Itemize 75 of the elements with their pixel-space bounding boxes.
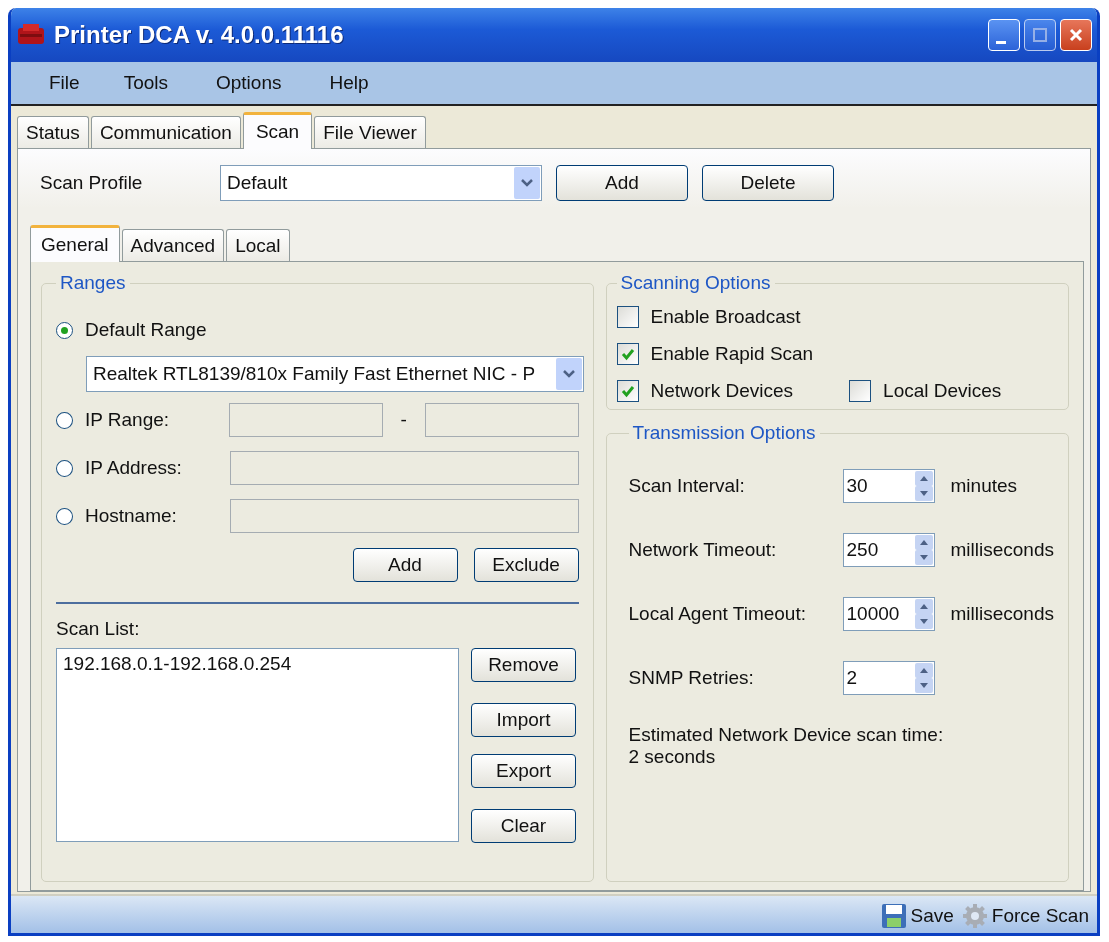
spinner-field[interactable]: 250: [842, 533, 935, 567]
list-label: Scan List:: [56, 618, 141, 640]
profile-dropdown[interactable]: Default: [220, 165, 542, 201]
input-field[interactable]: [229, 499, 579, 533]
list-button[interactable]: Import: [471, 703, 576, 737]
minimize-icon: [996, 40, 1006, 44]
input-field[interactable]: [229, 451, 579, 485]
profile-button[interactable]: Add: [556, 165, 688, 201]
adapter-dropdown[interactable]: Realtek RTL8139/810x Family Fast Ethernet NIC - P: [86, 356, 584, 392]
close-button[interactable]: [1060, 19, 1092, 51]
spinner-field[interactable]: 10000: [842, 597, 935, 631]
gear-icon: [961, 903, 988, 929]
tab[interactable]: Local: [226, 229, 290, 261]
spin-arrows-icon: [914, 535, 933, 565]
window-title: Printer DCA v. 4.0.0.11116: [54, 21, 345, 49]
tab[interactable]: Status: [17, 116, 89, 148]
range-button[interactable]: Add: [352, 548, 458, 582]
menu-item[interactable]: Tools: [115, 72, 184, 94]
spin-arrows-icon: [914, 663, 933, 693]
checkbox-option[interactable]: Network Devices: [616, 379, 794, 402]
estimate-text: 2 seconds: [628, 746, 717, 768]
menu-item[interactable]: File: [41, 72, 96, 94]
tab[interactable]: Communication: [90, 116, 241, 148]
setting-label: Scan Interval:: [628, 475, 746, 497]
range-separator: -: [399, 409, 408, 431]
maximize-icon: [1032, 27, 1048, 43]
radio-label: IP Range:: [84, 409, 171, 431]
checkbox-option[interactable]: Enable Broadcast: [616, 305, 801, 328]
radio-label: IP Address:: [84, 457, 183, 479]
radio-button[interactable]: [56, 507, 73, 525]
estimate-text: Estimated Network Device scan time:: [628, 724, 945, 746]
group-title: Transmission Options: [631, 422, 817, 444]
checkbox[interactable]: [849, 379, 872, 402]
setting-label: Local Agent Timeout:: [628, 603, 807, 625]
unit-label: minutes: [950, 475, 1018, 497]
spinner-field[interactable]: 30: [842, 469, 935, 503]
setting-label: Network Timeout:: [628, 539, 778, 561]
group-title: Ranges: [59, 272, 127, 294]
range-button[interactable]: Exclude: [473, 548, 579, 582]
list-button[interactable]: Remove: [471, 648, 576, 682]
status-button[interactable]: Force Scan: [961, 903, 1089, 929]
setting-label: SNMP Retries:: [628, 667, 755, 689]
status-button[interactable]: Save: [880, 903, 954, 929]
checkbox-option[interactable]: Local Devices: [849, 379, 1002, 402]
input-field[interactable]: [228, 403, 383, 437]
checkbox[interactable]: [616, 379, 639, 402]
radio-label: Hostname:: [84, 505, 178, 527]
unit-label: milliseconds: [950, 539, 1054, 561]
close-icon: [1068, 27, 1084, 43]
spin-arrows-icon: [914, 599, 933, 629]
group-title: Scanning Options: [619, 272, 772, 294]
checkbox[interactable]: [616, 342, 639, 365]
tab[interactable]: General: [30, 225, 120, 262]
radio-button[interactable]: [56, 459, 73, 477]
profile-button[interactable]: Delete: [702, 165, 834, 201]
spin-arrows-icon: [914, 471, 933, 501]
unit-label: milliseconds: [950, 603, 1054, 625]
tab[interactable]: Advanced: [121, 229, 225, 261]
field-label: Scan Profile: [40, 172, 144, 194]
minimize-button[interactable]: [988, 19, 1020, 51]
spinner-field[interactable]: 2: [842, 661, 935, 695]
checkbox-option[interactable]: Enable Rapid Scan: [616, 342, 814, 365]
menu-item[interactable]: Help: [321, 72, 385, 94]
radio-label: Default Range: [85, 319, 207, 341]
list-button[interactable]: Clear: [471, 809, 576, 843]
checkbox[interactable]: [616, 305, 639, 328]
tab[interactable]: Scan: [242, 112, 313, 149]
list-item[interactable]: 192.168.0.1-192.168.0.254: [63, 653, 292, 675]
list-button[interactable]: Export: [471, 754, 576, 788]
radio-button[interactable]: [56, 321, 73, 339]
menu-item[interactable]: Options: [208, 72, 298, 94]
input-field[interactable]: [424, 403, 579, 437]
tab[interactable]: File Viewer: [314, 116, 426, 148]
radio-button[interactable]: [56, 411, 73, 429]
maximize-button[interactable]: [1024, 19, 1056, 51]
